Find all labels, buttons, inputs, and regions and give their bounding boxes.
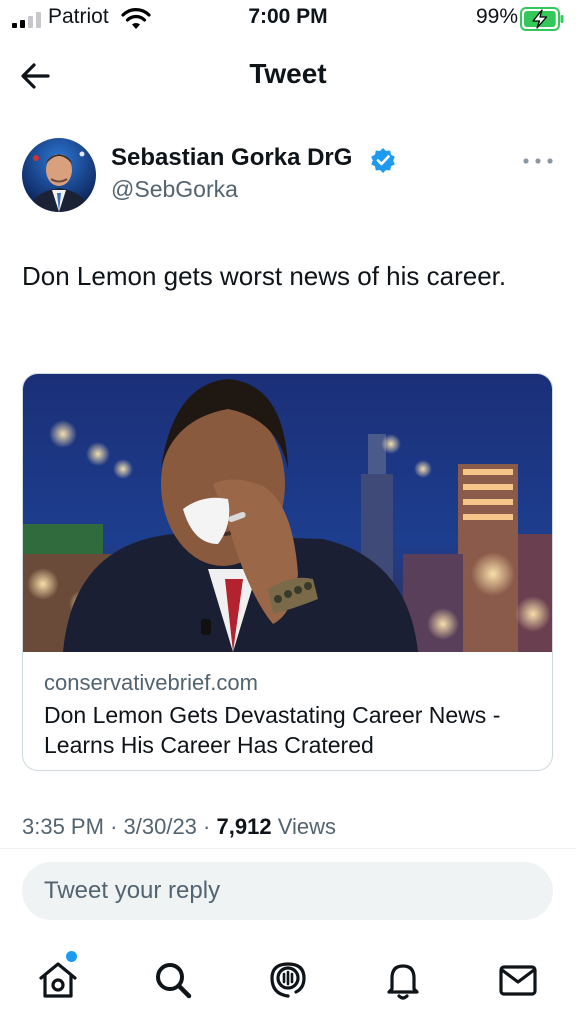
- search-tab[interactable]: [151, 958, 195, 1002]
- tweet-header: Tweet: [0, 44, 576, 108]
- views-label: Views: [277, 814, 336, 839]
- home-tab[interactable]: [36, 958, 80, 1002]
- link-preview-card[interactable]: conservativebrief.com Don Lemon Gets Dev…: [22, 373, 553, 771]
- battery-percent: 99%: [475, 5, 518, 28]
- search-icon: [156, 963, 192, 999]
- views-count: 7,912: [216, 814, 272, 839]
- reply-input[interactable]: [22, 862, 553, 920]
- author-handle[interactable]: @SebGorka: [111, 176, 238, 203]
- envelope-icon: [499, 965, 537, 996]
- status-bar: Patriot 7:00 PM 99%: [0, 0, 576, 38]
- avatar[interactable]: [22, 138, 96, 212]
- tweet-meta: 3:35 PM · 3/30/23 · 7,912 Views: [22, 814, 336, 840]
- author-name[interactable]: Sebastian Gorka DrG: [111, 144, 352, 172]
- more-options-icon[interactable]: [520, 152, 556, 170]
- spaces-icon: [270, 962, 306, 998]
- page-title: Tweet: [249, 58, 327, 89]
- card-title: Don Lemon Gets Devastating Career News -…: [44, 702, 501, 758]
- card-image: [23, 374, 552, 652]
- tweet-time: 3:35 PM: [22, 814, 104, 839]
- spaces-tab[interactable]: [266, 958, 310, 1002]
- meta-separator: ·: [110, 814, 118, 839]
- tweet-date: 3/30/23: [123, 814, 197, 839]
- divider: [0, 848, 576, 849]
- bell-icon: [387, 964, 419, 1000]
- home-icon: [39, 962, 77, 998]
- messages-tab[interactable]: [496, 958, 540, 1002]
- battery-charging-icon: [520, 7, 564, 31]
- card-domain: conservativebrief.com: [44, 670, 258, 695]
- verified-badge-icon: [371, 148, 395, 173]
- notification-dot: [66, 951, 77, 962]
- tweet-text: Don Lemon gets worst news of his career.: [22, 261, 507, 291]
- meta-separator: ·: [203, 814, 211, 839]
- notifications-tab[interactable]: [381, 958, 425, 1002]
